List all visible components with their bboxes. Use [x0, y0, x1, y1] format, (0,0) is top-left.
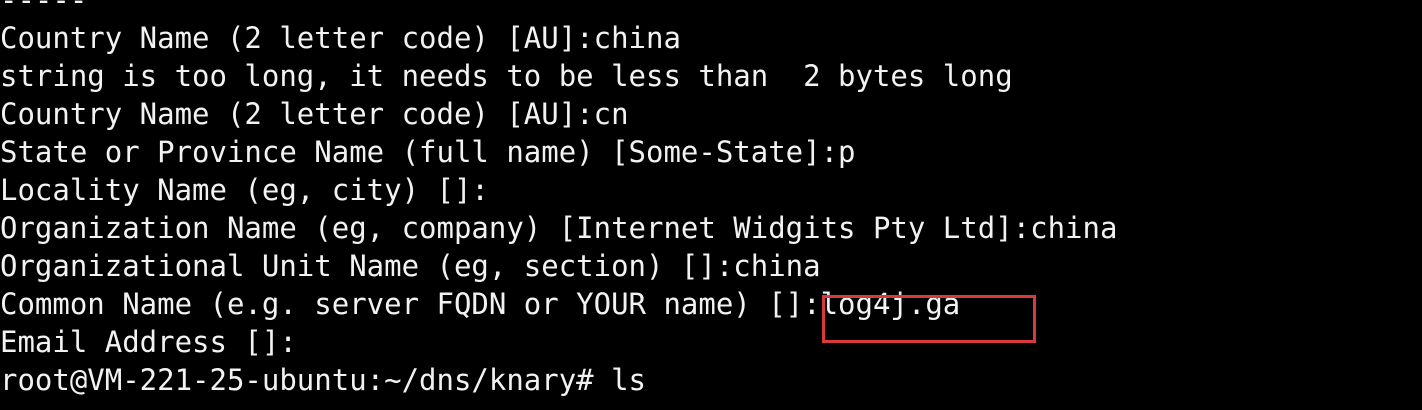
terminal-line-organization-prompt: Organization Name (eg, company) [Interne…	[0, 211, 1118, 245]
terminal-line-org-unit-prompt: Organizational Unit Name (eg, section) […	[0, 249, 821, 283]
terminal-output[interactable]: ----- Country Name (2 letter code) [AU]:…	[0, 0, 1422, 399]
terminal-line-email-prompt: Email Address []:	[0, 325, 297, 359]
terminal-line-common-name-prompt: Common Name (e.g. server FQDN or YOUR na…	[0, 287, 961, 321]
terminal-line-shell-command[interactable]: root@VM-221-25-ubuntu:~/dns/knary# ls	[0, 361, 1422, 399]
annotation-highlight-box	[822, 295, 1036, 343]
terminal-line-country-prompt-retry: Country Name (2 letter code) [AU]:cn	[0, 97, 629, 131]
terminal-line-error-message: string is too long, it needs to be less …	[0, 59, 1013, 93]
terminal-line-state-prompt: State or Province Name (full name) [Some…	[0, 135, 856, 169]
terminal-line-separator: -----	[0, 0, 88, 17]
terminal-line-locality-prompt: Locality Name (eg, city) []:	[0, 173, 489, 207]
terminal-line-country-prompt: Country Name (2 letter code) [AU]:china	[0, 21, 681, 55]
